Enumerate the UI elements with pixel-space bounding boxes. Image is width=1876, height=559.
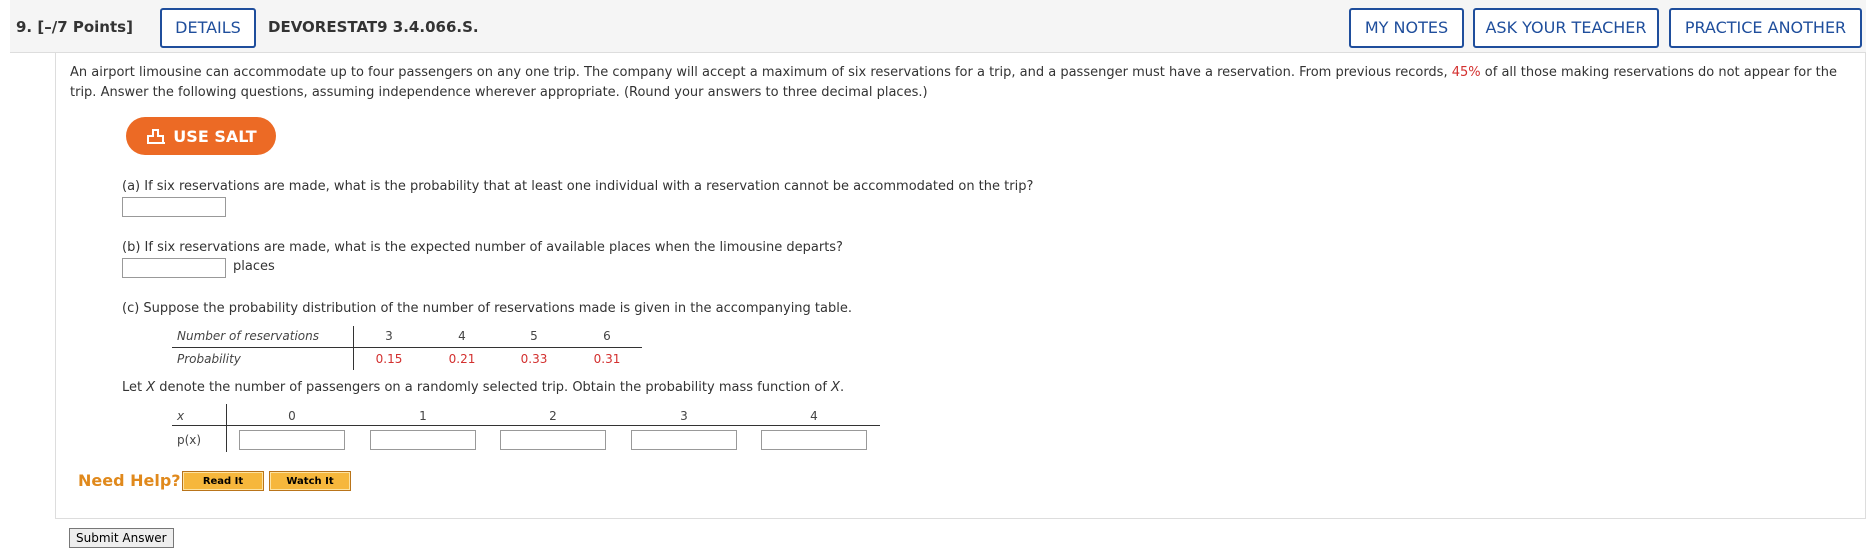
part-a-answer-input[interactable] — [122, 197, 226, 217]
probability-value: 0.33 — [520, 352, 548, 366]
problem-code: DEVORESTAT9 3.4.066.S. — [268, 18, 479, 36]
reservations-value: 6 — [603, 329, 611, 343]
pmf-table-divider — [226, 404, 227, 452]
pmf-x-value: 3 — [680, 409, 688, 423]
pmf-input-1[interactable] — [370, 430, 476, 450]
question-number: 9. — [16, 18, 33, 36]
read-it-button[interactable]: Read It — [182, 471, 264, 491]
part-b-question: (b) If six reservations are made, what i… — [122, 240, 843, 255]
pmf-input-2[interactable] — [500, 430, 606, 450]
submit-answer-button[interactable]: Submit Answer — [69, 528, 174, 548]
use-salt-button[interactable]: USE SALT — [126, 117, 276, 155]
reservations-table-divider — [353, 326, 354, 370]
probability-value: 0.31 — [593, 352, 621, 366]
pmf-prompt-mid: denote the number of passengers on a ran… — [159, 380, 827, 395]
use-salt-label: USE SALT — [173, 126, 257, 146]
pmf-px-label: p(x) — [177, 433, 202, 447]
probability-value: 0.21 — [448, 352, 476, 366]
prompt-text-before: An airport limousine can accommodate up … — [70, 65, 1448, 80]
details-button[interactable]: DETAILS — [160, 8, 256, 48]
practice-another-button[interactable]: PRACTICE ANOTHER — [1669, 8, 1862, 48]
part-b-answer-input[interactable] — [122, 258, 226, 278]
reservations-value: 5 — [530, 329, 538, 343]
pmf-x-label: x — [177, 409, 185, 423]
ask-teacher-button[interactable]: ASK YOUR TEACHER — [1473, 8, 1659, 48]
part-b-unit: places — [233, 259, 275, 274]
reservations-value: 3 — [385, 329, 393, 343]
pmf-x-value: 2 — [549, 409, 557, 423]
pmf-input-0[interactable] — [239, 430, 345, 450]
pmf-x-value: 1 — [419, 409, 427, 423]
pmf-prompt: Let X denote the number of passengers on… — [122, 380, 844, 395]
prompt-highlight: 45% — [1451, 65, 1481, 80]
my-notes-button[interactable]: MY NOTES — [1349, 8, 1464, 48]
part-a-question: (a) If six reservations are made, what i… — [122, 179, 1034, 194]
pmf-x-value: 4 — [810, 409, 818, 423]
part-c-question: (c) Suppose the probability distribution… — [122, 301, 852, 316]
probability-value: 0.15 — [375, 352, 403, 366]
question-number-points: 9. [–/7 Points] — [16, 18, 133, 36]
need-help-label: Need Help? — [78, 471, 181, 490]
pmf-prompt-var: X — [146, 380, 156, 395]
points-label: [–/7 Points] — [37, 18, 133, 36]
watch-it-button[interactable]: Watch It — [269, 471, 351, 491]
pmf-prompt-var2: X — [831, 380, 840, 395]
probability-row-label: Probability — [177, 352, 241, 366]
pmf-table-rule — [172, 425, 880, 426]
salt-icon — [147, 129, 166, 144]
pmf-prompt-prefix: Let — [122, 380, 143, 395]
reservations-row-label: Number of reservations — [177, 329, 319, 343]
pmf-input-4[interactable] — [761, 430, 867, 450]
pmf-input-3[interactable] — [631, 430, 737, 450]
problem-prompt: An airport limousine can accommodate up … — [70, 63, 1860, 103]
pmf-prompt-end: . — [839, 380, 845, 395]
reservations-table-rule — [172, 347, 642, 348]
pmf-x-value: 0 — [288, 409, 296, 423]
reservations-value: 4 — [458, 329, 466, 343]
